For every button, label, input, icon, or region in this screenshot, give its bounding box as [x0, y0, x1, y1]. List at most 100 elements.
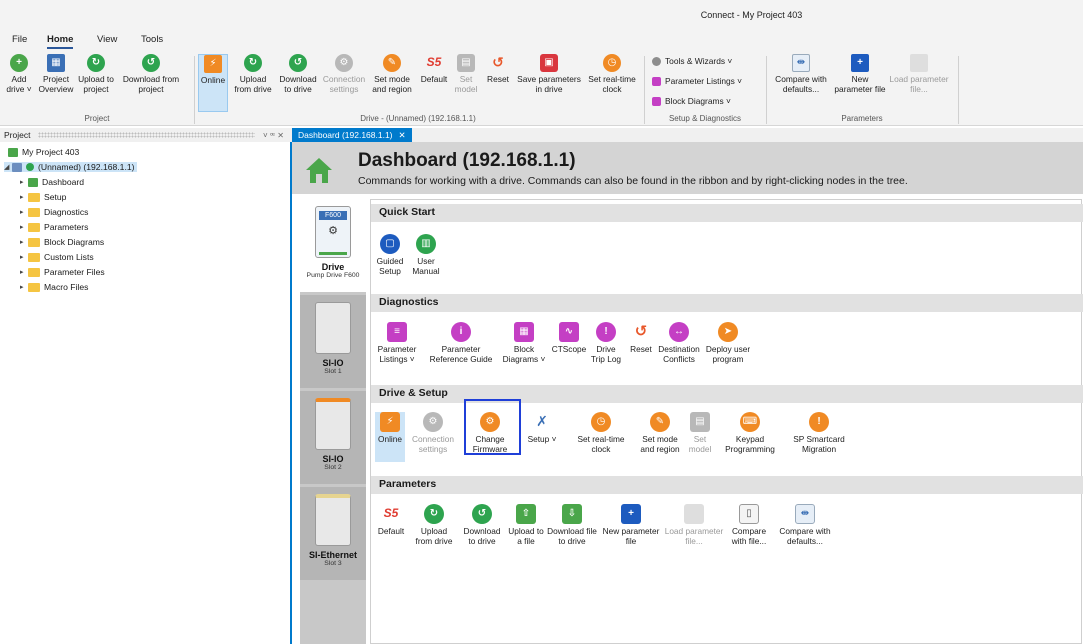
new-param-file-button[interactable]: + New parameter file [601, 504, 661, 546]
parameter-listings-button[interactable]: ≡ Parameter Listings ˅ [373, 322, 421, 364]
reset-button[interactable]: ↺ Reset [627, 322, 655, 355]
wizard-icon [652, 56, 661, 66]
reset-button[interactable]: ↺ Reset [484, 54, 512, 85]
tab-dashboard[interactable]: Dashboard (192.168.1.1) ✕ [292, 128, 412, 142]
download-from-project-button[interactable]: ↺ Download from project [120, 54, 182, 94]
slot-1[interactable]: SI-IO Slot 1 [300, 295, 366, 388]
tools-wizards-button[interactable]: Tools & Wizards ˅ [652, 56, 732, 66]
tab-home[interactable]: Home [47, 34, 74, 49]
set-model-button[interactable]: ▤ Set model [685, 412, 715, 454]
guided-setup-button[interactable]: ▢ Guided Setup [375, 234, 405, 276]
set-rtc-button[interactable]: ◷ Set real-time clock [571, 412, 631, 454]
chevron-right-icon: ▸ [20, 209, 24, 216]
tree-item-block-diagrams[interactable]: ▸ Block Diagrams [20, 237, 104, 247]
folder-icon [28, 192, 40, 202]
add-drive-icon: + [10, 54, 28, 72]
chevron-right-icon: ▸ [20, 194, 24, 201]
tree-item-diagnostics[interactable]: ▸ Diagnostics [20, 207, 88, 217]
compare-defaults-button[interactable]: ⇹ Compare with defaults... [775, 504, 835, 546]
add-drive-button[interactable]: + Add drive ˅ [4, 54, 34, 94]
download-to-drive-button[interactable]: ↺ Download to drive [461, 504, 503, 546]
set-model-button[interactable]: ▤ Set model [452, 54, 480, 94]
group-label-setup: Setup & Diagnostics [668, 114, 742, 123]
slot-2[interactable]: SI-IO Slot 2 [300, 391, 366, 484]
upload-from-drive-button[interactable]: ↻ Upload from drive [232, 54, 274, 94]
connection-settings-button[interactable]: ⚙ Connection settings [322, 54, 366, 94]
highlight-box [464, 399, 521, 455]
pencil-icon: ✎ [383, 54, 401, 72]
model-icon: ▤ [457, 54, 475, 72]
ribbon-tabs: File Home View Tools [0, 30, 1083, 50]
project-tree: My Project 403 ◢ (Unnamed) (192.168.1.1)… [0, 143, 290, 644]
download-file-button[interactable]: ⇩ Download file to drive [547, 504, 597, 546]
slot-3[interactable]: SI-Ethernet Slot 3 [300, 487, 366, 580]
tree-item-dashboard[interactable]: ▸ Dashboard [20, 177, 84, 187]
tab-tools[interactable]: Tools [141, 34, 163, 45]
drive-badge: F600 [319, 211, 347, 220]
new-file-icon: + [851, 54, 869, 72]
block-diagrams-button[interactable]: ▦ Block Diagrams ˅ [501, 322, 547, 364]
tab-view[interactable]: View [97, 34, 117, 45]
module-image [315, 302, 351, 354]
pane-controls[interactable]: ˅ ꟹ ✕ [263, 131, 284, 140]
online-status-icon [26, 163, 34, 171]
project-overview-button[interactable]: ▦ Project Overview [38, 54, 74, 94]
keypad-programming-button[interactable]: ⌨ Keypad Programming [719, 412, 781, 454]
save-parameters-button[interactable]: ▣ Save parameters in drive [514, 54, 584, 94]
online-icon: ⚡ [204, 55, 222, 73]
reset-icon: ↺ [492, 54, 504, 71]
group-label-project: Project [84, 114, 110, 123]
close-icon[interactable]: ✕ [399, 130, 406, 140]
default-button[interactable]: S5 Default [375, 504, 407, 537]
download-to-drive-button[interactable]: ↺ Download to drive [278, 54, 318, 94]
upload-from-drive-button[interactable]: ↻ Upload from drive [413, 504, 455, 546]
slot-drive[interactable]: F600 ⚙ Drive Pump Drive F600 [300, 199, 366, 292]
trip-log-button[interactable]: ! Drive Trip Log [589, 322, 623, 364]
model-icon: ▤ [690, 412, 710, 432]
save-icon: ▣ [540, 54, 558, 72]
compare-defaults-button[interactable]: ⇹ Compare with defaults... [772, 54, 830, 94]
load-param-file-button[interactable]: Load parameter file... [888, 54, 950, 94]
keypad-icon: ⌨ [740, 412, 760, 432]
document-tabs: Dashboard (192.168.1.1) ✕ [290, 128, 1083, 142]
block-diagrams-button[interactable]: Block Diagrams ˅ [652, 96, 731, 106]
chevron-right-icon: ▸ [20, 269, 24, 276]
tree-root[interactable]: My Project 403 [8, 147, 79, 157]
set-mode-region-button[interactable]: ✎ Set mode and region [637, 412, 683, 454]
upload-to-file-button[interactable]: ⇧ Upload to a file [507, 504, 545, 546]
online-button[interactable]: ⚡ Online [375, 412, 405, 462]
document-icon: ▯ [739, 504, 759, 524]
tree-item-parameters[interactable]: ▸ Parameters [20, 222, 88, 232]
diagram-icon [652, 96, 661, 106]
compare-file-button[interactable]: ▯ Compare with file... [727, 504, 771, 546]
deploy-program-button[interactable]: ➤ Deploy user program [703, 322, 753, 364]
tab-file[interactable]: File [12, 34, 27, 45]
upload-to-project-button[interactable]: ↻ Upload to project [76, 54, 116, 94]
param-ref-guide-button[interactable]: i Parameter Reference Guide [425, 322, 497, 364]
setup-button[interactable]: ✗ Setup ˅ [527, 412, 557, 445]
section-diagnostics: Diagnostics [371, 294, 1083, 312]
grid-icon: ▦ [47, 54, 65, 72]
online-button[interactable]: ⚡ Online [198, 54, 228, 112]
drag-grip[interactable] [38, 132, 256, 138]
tree-item-parameter-files[interactable]: ▸ Parameter Files [20, 267, 105, 277]
set-rtc-button[interactable]: ◷ Set real-time clock [586, 54, 638, 94]
conflict-icon: ↔ [669, 322, 689, 342]
section-parameters: Parameters [371, 476, 1083, 494]
set-mode-region-button[interactable]: ✎ Set mode and region [370, 54, 414, 94]
tree-drive-node[interactable]: ◢ (Unnamed) (192.168.1.1) [4, 162, 137, 172]
sp-smartcard-migration-button[interactable]: ! SP Smartcard Migration [785, 412, 853, 454]
tree-item-macro-files[interactable]: ▸ Macro Files [20, 282, 88, 292]
destination-conflicts-button[interactable]: ↔ Destination Conflicts [657, 322, 701, 364]
folder-icon [28, 237, 40, 247]
tree-item-setup[interactable]: ▸ Setup [20, 192, 66, 202]
tree-item-custom-lists[interactable]: ▸ Custom Lists [20, 252, 94, 262]
connection-settings-button[interactable]: ⚙ Connection settings [409, 412, 457, 454]
default-button[interactable]: S5 Default [418, 54, 450, 85]
ctscope-button[interactable]: ∿ CTScope [551, 322, 587, 355]
load-param-file-button[interactable]: Load parameter file... [663, 504, 725, 546]
parameter-listings-button[interactable]: Parameter Listings ˅ [652, 76, 742, 86]
user-manual-button[interactable]: ▥ User Manual [409, 234, 443, 276]
new-param-file-button[interactable]: + New parameter file [834, 54, 886, 94]
online-icon: ⚡ [380, 412, 400, 432]
